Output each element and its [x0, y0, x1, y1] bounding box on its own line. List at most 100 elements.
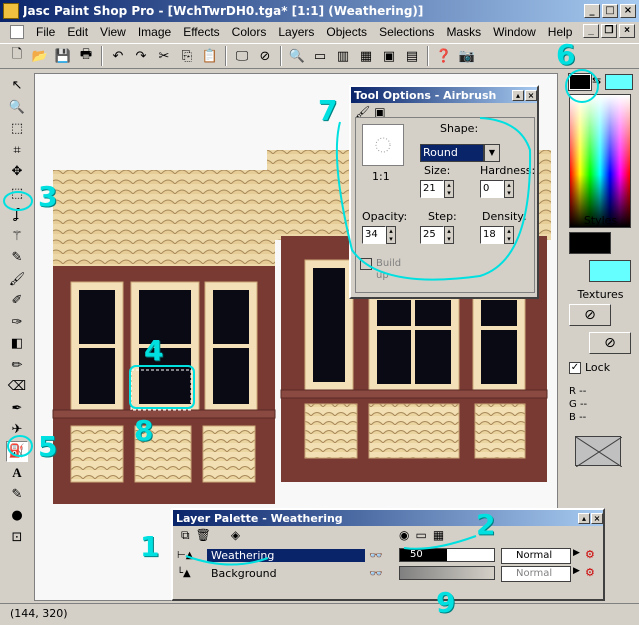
tool-options-close-button[interactable]: × [525, 89, 537, 101]
opacity-spinner[interactable]: 34 ▴ ▾ [362, 226, 396, 244]
layer-tab-mask-icon[interactable]: ▦ [433, 528, 444, 542]
freehand-select-icon[interactable]: ʆ [6, 204, 28, 226]
picture-tube-icon[interactable]: ✒ [6, 398, 28, 420]
toolbar-icon[interactable]: ▭ [309, 45, 331, 67]
document-icon[interactable] [10, 24, 24, 39]
arrow-icon[interactable]: ↖ [6, 75, 28, 97]
chevron-right-icon[interactable]: ▶ [573, 566, 580, 576]
hardness-spinner[interactable]: 0 ▴ ▾ [480, 180, 514, 198]
new-icon[interactable]: 🗋 [6, 45, 28, 67]
menu-file[interactable]: File [30, 25, 61, 39]
scratch-remover-icon[interactable]: ✏ [6, 355, 28, 377]
magic-wand-icon[interactable]: ⚚ [6, 226, 28, 248]
menu-view[interactable]: View [94, 25, 132, 39]
mover-icon[interactable]: ✥ [6, 161, 28, 183]
redo-icon[interactable]: ↷ [130, 45, 152, 67]
flood-fill-icon[interactable]: ⛽ [6, 440, 28, 462]
tool-options-rollup-button[interactable]: ▴ [512, 89, 524, 101]
background-texture-button[interactable]: ⊘ [589, 332, 631, 354]
doc-close-button[interactable]: × [619, 24, 635, 38]
layer-palette-titlebar[interactable]: Layer Palette - Weathering ▴ × [173, 510, 603, 526]
maximize-button[interactable]: □ [602, 4, 618, 18]
step-spinner[interactable]: 25 ▴ ▾ [420, 226, 454, 244]
vector-object-icon[interactable]: ⊡ [6, 527, 28, 549]
opacity-slider[interactable] [399, 566, 495, 580]
blend-mode-select[interactable]: Normal [501, 566, 571, 582]
spinner-arrows-icon[interactable]: ▴ ▾ [386, 226, 396, 244]
link-icon[interactable]: ⚙ [585, 566, 595, 579]
dropper-icon[interactable]: ✎ [6, 247, 28, 269]
open-icon[interactable]: 📂 [29, 45, 51, 67]
camera-icon[interactable]: 📷 [456, 45, 478, 67]
foreground-color-swatch[interactable] [568, 73, 592, 91]
foreground-style[interactable] [569, 232, 611, 254]
minimize-button[interactable]: _ [584, 4, 600, 18]
palette-icon[interactable]: ▦ [355, 45, 377, 67]
app-icon[interactable] [3, 3, 19, 19]
lock-checkbox[interactable]: ✓ [569, 361, 581, 374]
size-value[interactable]: 21 [420, 180, 444, 198]
paintbrush-icon[interactable]: 🖌 [6, 269, 28, 291]
new-layer-icon[interactable]: ⧉ [181, 528, 190, 543]
histogram-icon[interactable]: ▥ [332, 45, 354, 67]
delete-layer-icon[interactable]: 🗑 [196, 528, 211, 543]
clone-icon[interactable]: ✐ [6, 290, 28, 312]
menu-image[interactable]: Image [132, 25, 177, 39]
opacity-value[interactable]: 34 [362, 226, 386, 244]
spinner-arrows-icon[interactable]: ▴ ▾ [504, 226, 514, 244]
layer-tab-opacity-icon[interactable]: ◉ [399, 528, 409, 542]
spinner-arrows-icon[interactable]: ▴ ▾ [444, 180, 454, 198]
chevron-right-icon[interactable]: ▶ [573, 548, 580, 558]
menu-window[interactable]: Window [487, 25, 542, 39]
browse-icon[interactable]: 🖵 [231, 45, 253, 67]
opacity-slider[interactable]: 50 [399, 548, 495, 562]
chevron-down-icon[interactable]: ▼ [484, 144, 500, 162]
layer-name[interactable]: Background [207, 567, 365, 580]
layer-row-background[interactable]: └▲ Background 👓 [177, 564, 391, 582]
grid-icon[interactable]: ▣ [378, 45, 400, 67]
buildup-checkbox[interactable] [360, 258, 372, 270]
spinner-arrows-icon[interactable]: ▴ ▾ [504, 180, 514, 198]
zoom-icon[interactable]: 🔍 [6, 97, 28, 119]
step-value[interactable]: 25 [420, 226, 444, 244]
shape-select[interactable]: Round ▼ [420, 144, 500, 162]
layer-rollup-button[interactable]: ▴ [578, 512, 590, 524]
zoom-icon[interactable]: 🔍 [286, 45, 308, 67]
doc-minimize-button[interactable]: _ [583, 24, 599, 38]
density-value[interactable]: 18 [480, 226, 504, 244]
menu-help[interactable]: Help [542, 25, 579, 39]
link-icon[interactable]: ⚙ [585, 548, 595, 561]
text-icon[interactable]: A [6, 462, 28, 484]
draw-icon[interactable]: ✎ [6, 484, 28, 506]
close-button[interactable]: × [620, 4, 636, 18]
preset-shapes-icon[interactable]: ● [6, 505, 28, 527]
layer-tab-group-icon[interactable]: ▭ [415, 528, 426, 542]
blend-mode-select[interactable]: Normal [501, 548, 571, 564]
background-color-swatch[interactable] [605, 74, 633, 90]
paste-icon[interactable]: 📋 [199, 45, 221, 67]
menu-objects[interactable]: Objects [320, 25, 373, 39]
layer-close-button[interactable]: × [591, 512, 603, 524]
doc-restore-button[interactable]: ❐ [601, 24, 617, 38]
menu-effects[interactable]: Effects [177, 25, 225, 39]
tool-options-titlebar[interactable]: Tool Options - Airbrush ▴ × [351, 87, 537, 103]
help-icon[interactable]: ❓ [433, 45, 455, 67]
crop-icon[interactable]: ⌗ [6, 140, 28, 162]
cut-icon[interactable]: ✂ [153, 45, 175, 67]
menu-selections[interactable]: Selections [373, 25, 440, 39]
color-replacer-icon[interactable]: ✑ [6, 312, 28, 334]
menu-colors[interactable]: Colors [226, 25, 273, 39]
spinner-arrows-icon[interactable]: ▴ ▾ [444, 226, 454, 244]
layer-row-weathering[interactable]: ⊢▲ Weathering 👓 [177, 546, 391, 564]
print-icon[interactable]: 🖶 [75, 45, 97, 67]
layers-icon[interactable]: ▤ [401, 45, 423, 67]
color-spectrum[interactable] [569, 94, 631, 228]
retouch-icon[interactable]: ◧ [6, 333, 28, 355]
visibility-icon[interactable]: 👓 [369, 567, 383, 580]
airbrush-icon[interactable]: ✈ [6, 419, 28, 441]
undo-icon[interactable]: ↶ [107, 45, 129, 67]
eraser-icon[interactable]: ⌫ [6, 376, 28, 398]
save-icon[interactable]: 💾 [52, 45, 74, 67]
deform-icon[interactable]: ⬚ [6, 118, 28, 140]
size-spinner[interactable]: 21 ▴ ▾ [420, 180, 454, 198]
